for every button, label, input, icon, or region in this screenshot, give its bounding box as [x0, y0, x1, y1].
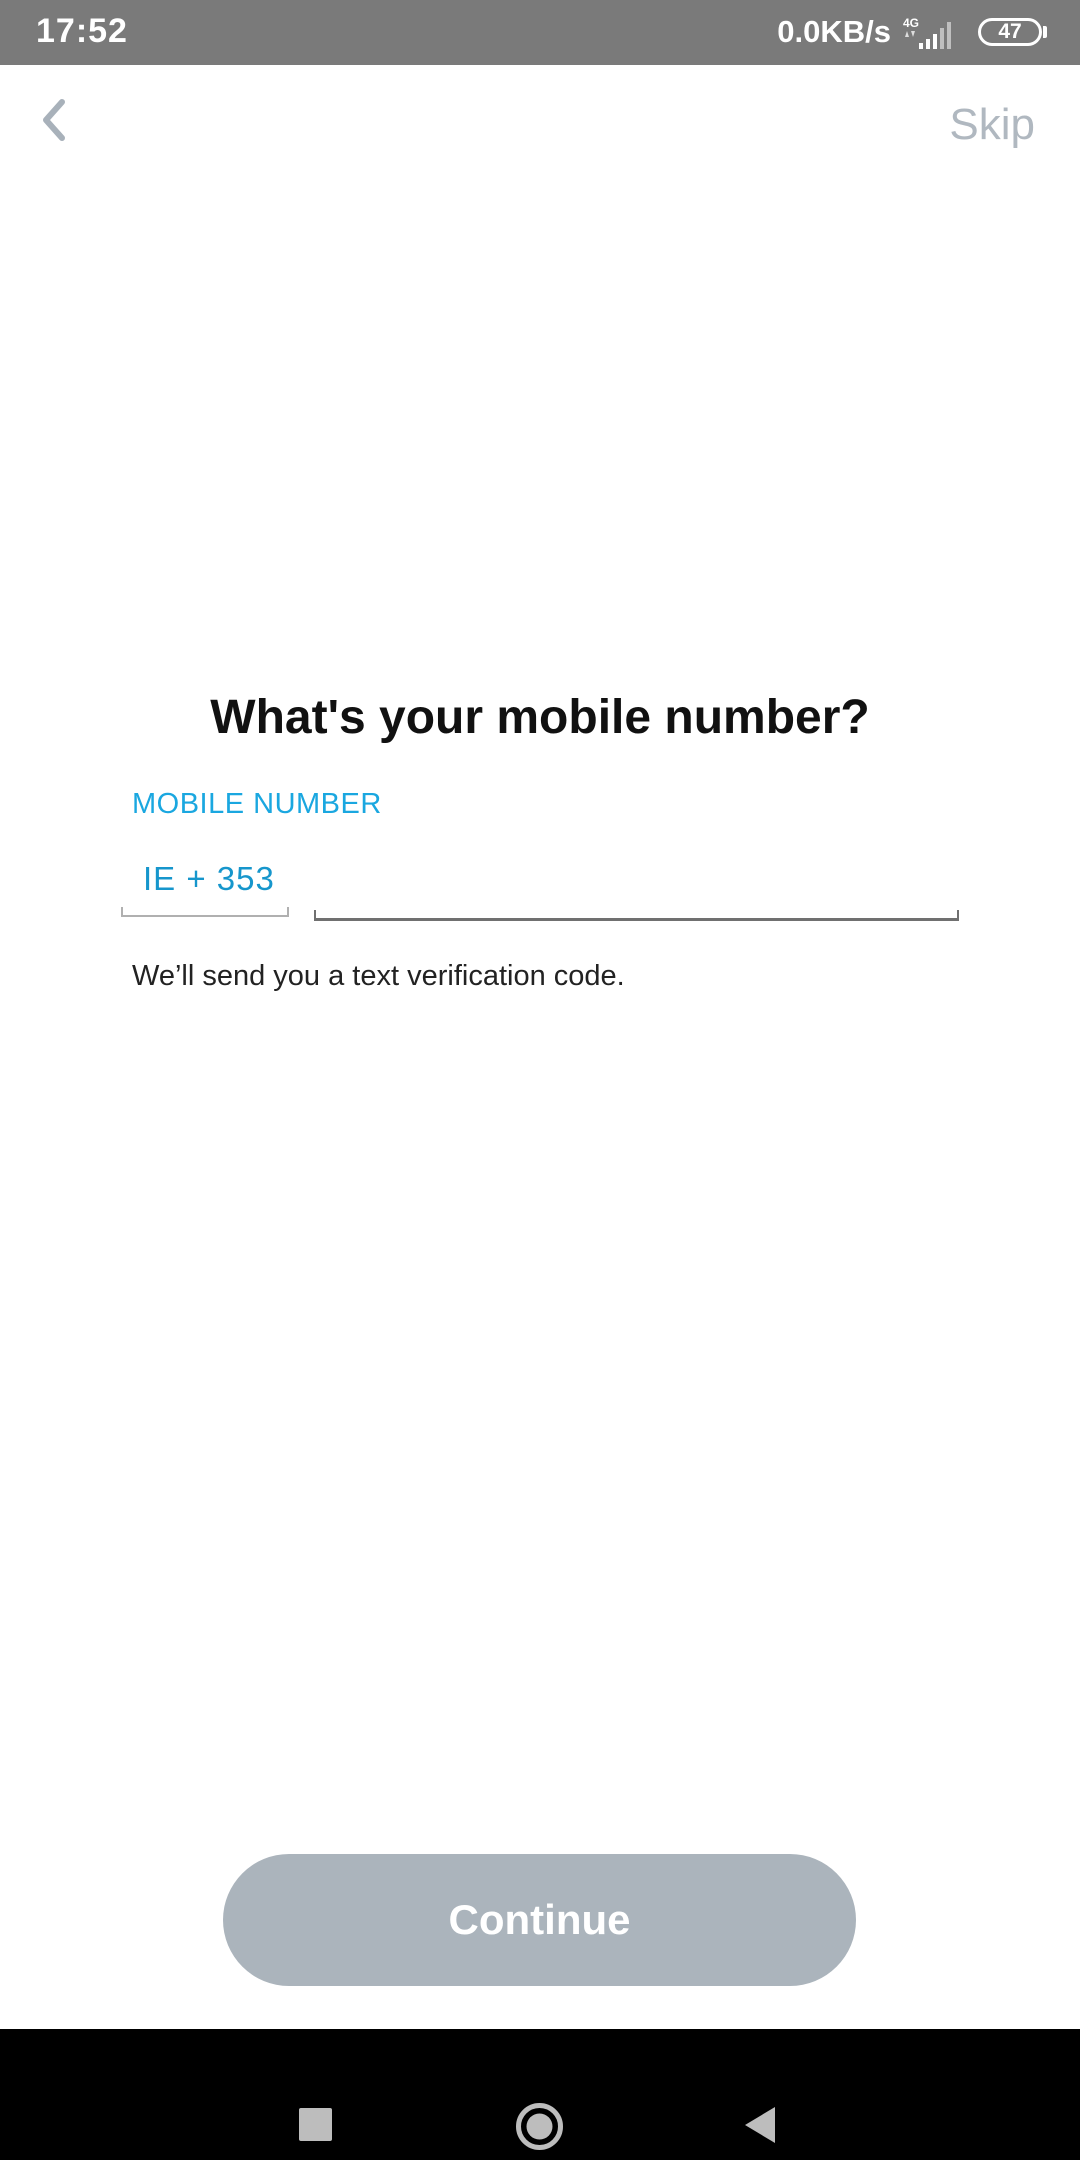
triangle-back-icon[interactable] [743, 2105, 777, 2145]
circle-icon[interactable] [515, 2102, 564, 2151]
country-code-selector[interactable]: IE + 353 [121, 855, 291, 917]
continue-button[interactable]: Continue [223, 1854, 856, 1986]
status-time: 17:52 [36, 12, 128, 50]
battery-tip [1043, 26, 1047, 38]
system-nav-bar [0, 2029, 1080, 2160]
status-bar: 17:52 0.0KB/s 4G 47 [0, 0, 1080, 65]
country-code-text: IE + 353 [143, 860, 275, 897]
network-speed: 0.0KB/s [777, 14, 891, 49]
chevron-left-icon [43, 99, 65, 141]
back-button[interactable] [28, 90, 84, 150]
country-code-underline [121, 907, 289, 917]
skip-button[interactable]: Skip [949, 100, 1035, 150]
page-title: What's your mobile number? [210, 691, 870, 744]
signal-icon: 4G [903, 16, 951, 49]
phone-number-screen: 17:52 0.0KB/s 4G 47 Skip What's your mob… [0, 0, 1080, 2160]
phone-number-underline [314, 910, 959, 921]
mobile-number-label: MOBILE NUMBER [132, 788, 382, 820]
battery-indicator: 47 [978, 18, 1042, 46]
verification-helper-text: We’ll send you a text verification code. [132, 960, 625, 992]
network-type: 4G [903, 16, 919, 30]
square-icon[interactable] [299, 2108, 332, 2141]
